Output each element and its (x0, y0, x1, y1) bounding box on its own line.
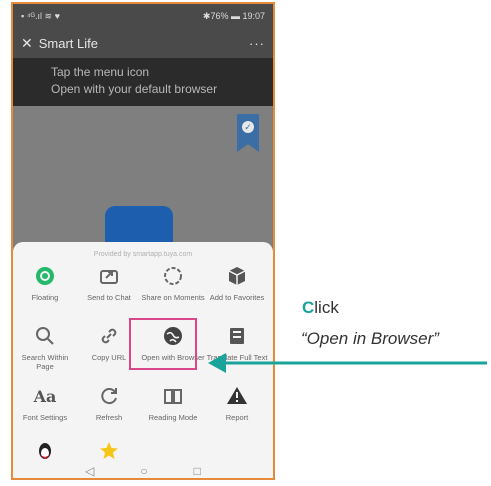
pointer-arrow (208, 353, 487, 373)
target-label: “Open in Browser” (301, 329, 439, 348)
click-instruction: Click (302, 298, 339, 317)
